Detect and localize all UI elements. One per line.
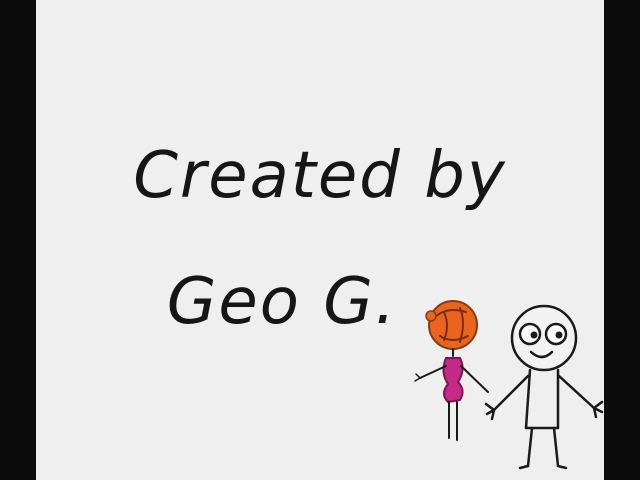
girl-stick-figure-icon — [414, 300, 489, 441]
stick-figures-illustration — [414, 300, 604, 470]
boy-stick-figure-icon — [484, 304, 604, 470]
video-frame: Created by Geo G. — [0, 0, 640, 480]
credits-card: Created by Geo G. — [36, 0, 604, 480]
